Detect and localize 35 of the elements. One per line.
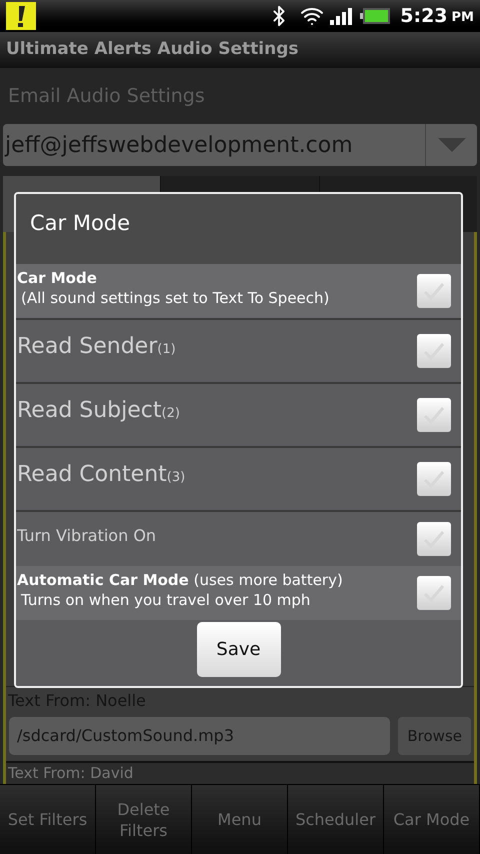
bottom-bar-button[interactable]: Scheduler [288,785,384,854]
bottom-bar-button[interactable]: Delete Filters [96,785,192,854]
option-label: Read Sender(1) [17,333,177,361]
clock-period: PM [452,8,474,27]
app-title: Ultimate Alerts Audio Settings [6,38,299,62]
alert-icon [6,2,36,30]
option-summary: Turns on when you travel over 10 mph [20,590,312,610]
check-icon [422,405,446,425]
signal-icon [330,7,352,25]
option-title: Car Mode [17,268,98,288]
bottom-bar-button[interactable]: Menu [192,785,288,854]
filter-label: Text From: David [7,763,134,783]
bottom-bar-button[interactable]: Set Filters [0,785,96,854]
checkbox[interactable] [417,576,451,610]
account-dropdown[interactable]: jeff@jeffswebdevelopment.com [3,124,477,166]
checkbox[interactable] [417,274,451,308]
dialog-title: Car Mode [30,210,130,237]
browse-button[interactable]: Browse [398,717,471,755]
sound-path-field[interactable]: /sdcard/CustomSound.mp3 [9,717,390,755]
option-title: Automatic Car Mode (uses more battery) [17,570,344,590]
checkbox[interactable] [417,522,451,556]
dropdown-arrow-icon [438,138,466,152]
checkbox[interactable] [417,398,451,432]
option-label: Turn Vibration On [17,525,158,547]
bottom-bar-button[interactable]: Car Mode [384,785,480,854]
section-title: Email Audio Settings [8,84,205,109]
checkbox[interactable] [417,334,451,368]
battery-icon [360,8,390,24]
check-icon [422,469,446,489]
save-button[interactable]: Save [196,622,280,677]
option-summary: (All sound settings set to Text To Speech) [20,288,330,308]
option-label: Read Content(3) [17,461,186,489]
option-label: Read Subject(2) [17,397,181,425]
clock: 5:23 [400,4,448,29]
checkbox[interactable] [417,462,451,496]
